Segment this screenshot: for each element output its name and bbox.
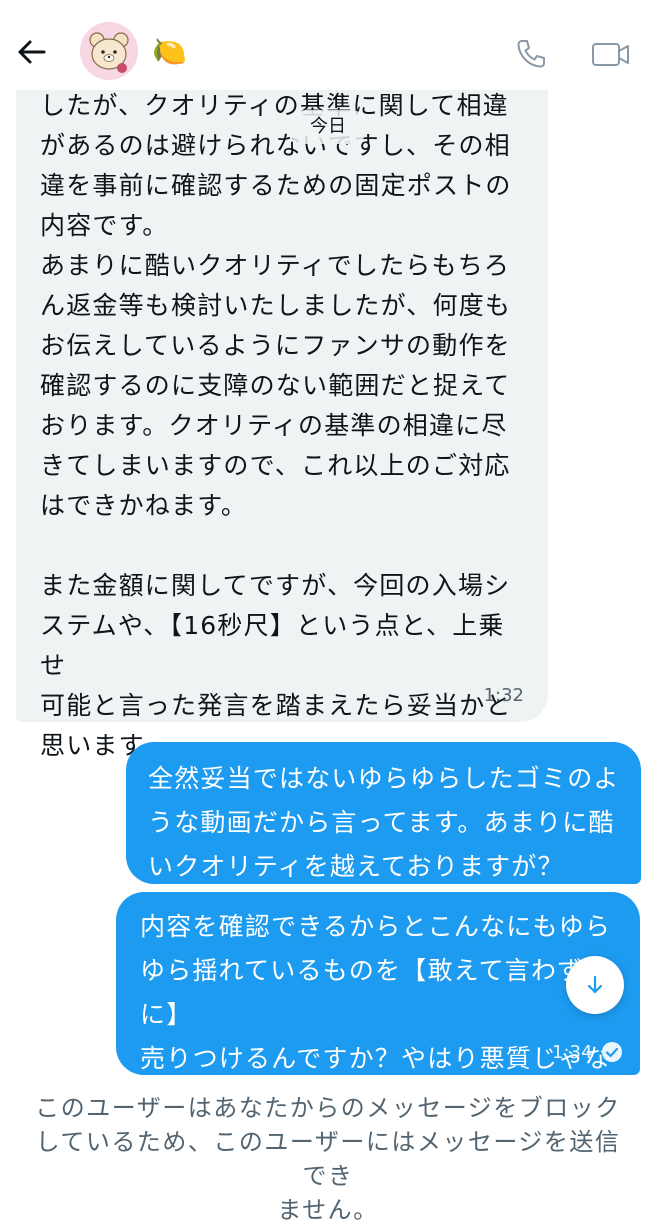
arrow-down-icon [587,975,603,994]
contact-name[interactable]: 🍋 [152,34,187,70]
outgoing-message-time: 1:34 [552,1042,593,1063]
outgoing-message: 全然妥当ではないゆらゆらしたゴミのよ うな動画だから言ってます。あまりに酷 いク… [126,742,641,884]
message-list[interactable]: したが、クオリティの基準に関して相違 があるのは避けられないですし、その相 違を… [0,0,656,1075]
back-arrow-icon [18,40,46,64]
video-call-button[interactable] [590,36,632,72]
blocked-notice: このユーザーはあなたからのメッセージをブロック しているため、このユーザーにはメ… [35,1094,621,1224]
date-separator: 今日 [288,110,368,144]
back-button[interactable] [14,34,50,70]
incoming-message-text: したが、クオリティの基準に関して相違 があるのは避けられないですし、その相 違を… [40,91,512,760]
incoming-message: したが、クオリティの基準に関して相違 があるのは避けられないですし、その相 違を… [16,40,548,760]
conversation-header: 🍋 [0,0,656,90]
avatar[interactable] [80,22,138,80]
outgoing-message-text: 全然妥当ではないゆらゆらしたゴミのよ うな動画だから言ってます。あまりに酷 いク… [148,764,620,881]
phone-call-button[interactable] [513,36,549,72]
incoming-message-time: 1:32 [483,685,524,706]
blocked-footer: このユーザーはあなたからのメッセージをブロック しているため、このユーザーにはメ… [0,1075,656,1224]
read-check-icon [602,1042,622,1062]
phone-icon [517,40,545,68]
scroll-to-bottom-button[interactable] [566,956,624,1014]
outgoing-message: 内容を確認できるからとこんなにもゆら ゆら揺れているものを【敢えて言わずに】 売… [116,892,640,1075]
video-camera-icon [592,43,629,66]
